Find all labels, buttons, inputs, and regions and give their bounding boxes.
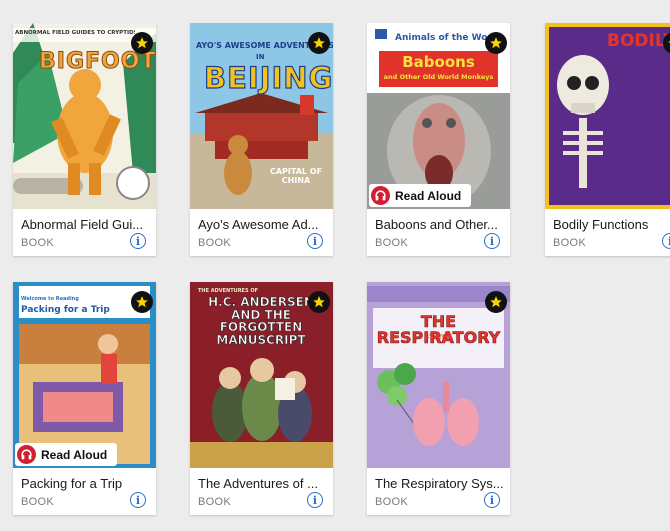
book-type-label: BOOK — [21, 237, 54, 249]
book-card[interactable]: THE ADVENTURES OF H.C. ANDERSEN AND THE … — [190, 282, 333, 515]
info-icon[interactable]: i — [130, 233, 146, 249]
book-title[interactable]: Baboons and Other... — [375, 217, 503, 232]
book-title[interactable]: Bodily Functions — [553, 217, 670, 232]
favorite-star-icon[interactable] — [308, 32, 330, 54]
book-cover[interactable]: THE RESPIRATORY SYSTEM — [367, 282, 510, 468]
book-title[interactable]: Abnormal Field Gui... — [21, 217, 149, 232]
headphones-icon — [17, 445, 36, 464]
book-cover[interactable]: BODILY FUNCTIONS — [545, 23, 670, 209]
book-type-label: BOOK — [553, 237, 586, 249]
cover-title-text: BODILY FUNCTIONS — [607, 31, 670, 51]
cover-title-text: H.C. ANDERSEN AND THE FORGOTTEN MANUSCRI… — [208, 295, 314, 347]
favorite-star-icon[interactable] — [485, 32, 507, 54]
cover-series-text: THE ADVENTURES OF — [198, 288, 258, 294]
cover-sub-text: SYSTEM — [424, 334, 453, 341]
read-aloud-button[interactable]: Read Aloud — [369, 184, 472, 207]
book-card[interactable]: Animals of the World Baboons and Other O… — [367, 23, 510, 256]
favorite-star-icon[interactable] — [485, 291, 507, 313]
read-aloud-button[interactable]: Read Aloud — [15, 443, 118, 466]
cover-sub-text: CAPITAL OF CHINA — [269, 167, 323, 185]
favorite-star-icon[interactable] — [131, 291, 153, 313]
info-icon[interactable]: i — [662, 233, 670, 249]
book-title[interactable]: Ayo's Awesome Ad... — [198, 217, 326, 232]
read-aloud-label: Read Aloud — [41, 447, 108, 462]
book-type-label: BOOK — [198, 237, 231, 249]
book-cover[interactable]: ABNORMAL FIELD GUIDES TO CRYPTIDS BIGFOO… — [13, 23, 156, 209]
cover-in-text: IN — [256, 53, 265, 61]
cover-series-text: ABNORMAL FIELD GUIDES TO CRYPTIDS — [15, 30, 135, 36]
headphones-icon — [371, 186, 390, 205]
favorite-star-icon[interactable] — [308, 291, 330, 313]
book-title[interactable]: The Respiratory Sys... — [375, 476, 503, 491]
info-icon[interactable]: i — [307, 233, 323, 249]
book-card[interactable]: Welcome to Reading Packing for a Trip Re… — [13, 282, 156, 515]
cover-sub-text: and Other Old World Monkeys — [383, 73, 494, 81]
read-aloud-label: Read Aloud — [395, 188, 462, 203]
book-title[interactable]: Packing for a Trip — [21, 476, 149, 491]
book-type-label: BOOK — [198, 496, 231, 508]
book-card[interactable]: ABNORMAL FIELD GUIDES TO CRYPTIDS BIGFOO… — [13, 23, 156, 256]
book-cover[interactable]: Welcome to Reading Packing for a Trip Re… — [13, 282, 156, 468]
book-cover[interactable]: THE ADVENTURES OF H.C. ANDERSEN AND THE … — [190, 282, 333, 468]
book-title[interactable]: The Adventures of ... — [198, 476, 326, 491]
favorite-star-icon[interactable] — [131, 32, 153, 54]
info-icon[interactable]: i — [130, 492, 146, 508]
book-type-label: BOOK — [375, 237, 408, 249]
cover-title-text: Packing for a Trip — [21, 305, 110, 315]
cover-title-text: Baboons — [402, 53, 475, 71]
info-icon[interactable]: i — [484, 492, 500, 508]
book-card[interactable]: BODILY FUNCTIONS Bodily Functions BOOK i — [545, 23, 670, 256]
cover-series-text: Welcome to Reading — [21, 296, 79, 302]
book-card[interactable]: THE RESPIRATORY SYSTEM The Respiratory S… — [367, 282, 510, 515]
book-type-label: BOOK — [21, 496, 54, 508]
info-icon[interactable]: i — [484, 233, 500, 249]
book-type-label: BOOK — [375, 496, 408, 508]
cover-title-text: THE RESPIRATORY — [376, 312, 501, 347]
book-cover[interactable]: AYO'S AWESOME ADVENTURES IN BEIJING CAPI… — [190, 23, 333, 209]
book-cover[interactable]: Animals of the World Baboons and Other O… — [367, 23, 510, 209]
book-card[interactable]: AYO'S AWESOME ADVENTURES IN BEIJING CAPI… — [190, 23, 333, 256]
info-icon[interactable]: i — [307, 492, 323, 508]
cover-title-text: BEIJING — [203, 60, 333, 95]
